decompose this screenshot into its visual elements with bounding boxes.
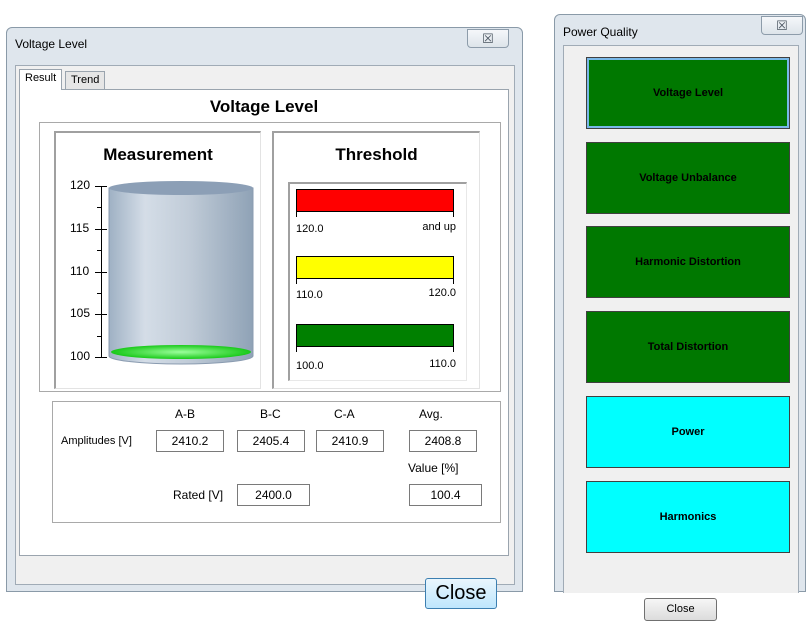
threshold-band-yellow-low: 110.0 [296,289,323,301]
total-distortion-button[interactable]: Total Distortion [586,311,790,383]
tick [296,347,297,352]
amplitudes-label: Amplitudes [V] [61,435,132,447]
header-b-c: B-C [260,407,281,421]
rated-field[interactable]: 2400.0 [237,484,310,506]
threshold-band-yellow-high: 120.0 [428,287,456,299]
header-avg: Avg. [419,407,443,421]
tick [296,279,297,284]
value-percent-field[interactable]: 100.4 [409,484,482,506]
measurement-title: Measurement [103,145,213,164]
gauge-minor-tick [97,335,101,337]
gauge-minor-tick [97,292,101,294]
amplitude-avg-field[interactable]: 2408.8 [409,430,477,452]
gauge-cylinder [108,181,254,365]
power-quality-client: Voltage Level Voltage Unbalance Harmonic… [563,45,799,621]
threshold-band-red [296,189,454,212]
close-button[interactable]: Close [644,598,717,621]
tick [296,212,297,217]
voltage-level-button[interactable]: Voltage Level [586,57,790,129]
power-button[interactable]: Power [586,396,790,468]
gauge-tick-label: 100 [70,349,91,363]
gauge-tick-label: 120 [70,178,91,192]
panel-heading: Voltage Level [209,97,319,116]
gauge-tick-label: 105 [70,306,91,321]
readings-group: A-B B-C C-A Avg. Amplitudes [V] 2410.2 2… [52,401,501,523]
threshold-band-green-low: 100.0 [296,360,324,372]
threshold-band-red-low: 120.0 [296,223,324,235]
window-title: Power Quality [563,25,638,39]
close-icon[interactable]: ☒ [467,29,509,48]
gauge-tick-label: 115 [70,220,90,235]
amplitude-c-a-field[interactable]: 2410.9 [316,430,384,452]
header-c-a: C-A [334,407,355,421]
measurement-panel: Measurement 120 115 110 105 100 [54,131,261,389]
tab-trend[interactable]: Trend [65,71,106,90]
chart-group: Measurement 120 115 110 105 100 Threshold 12… [39,122,501,392]
threshold-title: Threshold [335,145,418,164]
tick [453,279,454,284]
threshold-band-yellow [296,256,454,279]
power-quality-titlebar[interactable]: Power Quality ☒ [555,15,805,45]
voltage-unbalance-button[interactable]: Voltage Unbalance [586,142,790,214]
harmonics-button[interactable]: Harmonics [586,481,790,553]
voltage-level-window: Voltage Level ☒ Result Trend Voltage Lev… [6,27,523,609]
harmonic-distortion-button[interactable]: Harmonic Distortion [586,226,790,298]
voltage-level-titlebar[interactable]: Voltage Level ☒ [7,28,522,58]
threshold-band-green [296,324,454,347]
threshold-band-green-high: 110.0 [429,358,456,370]
value-percent-label: Value [%] [408,461,459,475]
header-a-b: A-B [175,407,196,421]
result-tab-panel: Voltage Level Measurement 120 115 110 105 10… [19,89,509,556]
close-icon[interactable]: ☒ [761,16,803,35]
threshold-bands: 120.0 and up 110.0 120.0 100.0 110.0 [288,182,467,381]
tick [453,347,454,352]
tab-result[interactable]: Result [19,69,63,90]
amplitude-a-b-field[interactable]: 2410.2 [156,430,224,452]
voltage-level-client: Result Trend Voltage Level Measurement 1… [15,65,515,609]
window-title: Voltage Level [15,37,88,51]
rated-label: Rated [V] [173,488,224,502]
gauge-minor-tick [97,207,101,209]
tick [453,212,454,217]
gauge-minor-tick [97,250,101,252]
threshold-panel: Threshold 120.0 and up 110.0 120.0 100.0… [272,131,480,389]
threshold-band-red-high: and up [422,221,456,233]
amplitude-b-c-field[interactable]: 2405.4 [237,430,305,452]
gauge-tick-label: 110 [70,263,90,278]
power-quality-window: Power Quality ☒ Voltage Level Voltage Un… [554,14,806,621]
close-button[interactable]: Close [425,578,497,609]
